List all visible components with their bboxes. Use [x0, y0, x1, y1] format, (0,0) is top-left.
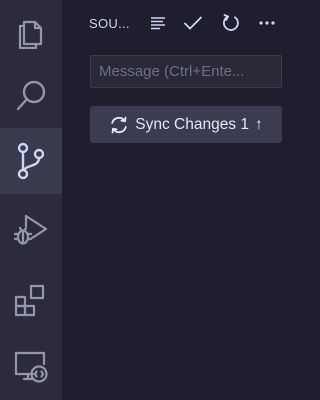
remote-explorer-icon: [14, 351, 48, 383]
commit-check-icon: [184, 16, 202, 30]
sync-changes-button[interactable]: Sync Changes 1 ↑: [90, 106, 282, 143]
activity-item-source-control[interactable]: [0, 128, 62, 194]
source-control-icon: [17, 142, 45, 180]
panel-title: SOU...: [89, 16, 130, 31]
extensions-icon: [14, 284, 45, 317]
more-actions-button[interactable]: [255, 11, 279, 35]
search-icon: [16, 80, 46, 111]
activity-item-extensions[interactable]: [0, 268, 62, 332]
activity-item-search[interactable]: [0, 64, 62, 128]
view-as-tree-button[interactable]: [146, 11, 170, 35]
activity-bar: [0, 0, 62, 400]
more-actions-icon: [259, 21, 275, 25]
sync-arrow-up: ↑: [255, 115, 263, 133]
commit-message-input[interactable]: [90, 55, 282, 88]
activity-item-run-debug[interactable]: [0, 196, 62, 262]
refresh-icon: [223, 14, 239, 31]
panel-header: SOU...: [62, 0, 306, 46]
commit-button[interactable]: [181, 11, 205, 35]
sync-changes-label: Sync Changes 1: [135, 115, 249, 133]
view-as-tree-icon: [151, 17, 165, 30]
activity-item-explorer[interactable]: [0, 0, 62, 64]
source-control-panel: SOU... Message (Ctrl+Ente... Sync Change…: [62, 0, 306, 400]
run-debug-icon: [13, 214, 48, 245]
activity-item-remote-explorer[interactable]: [0, 334, 62, 398]
refresh-button[interactable]: [219, 11, 243, 35]
files-icon: [18, 20, 43, 49]
sync-icon: [111, 116, 127, 133]
